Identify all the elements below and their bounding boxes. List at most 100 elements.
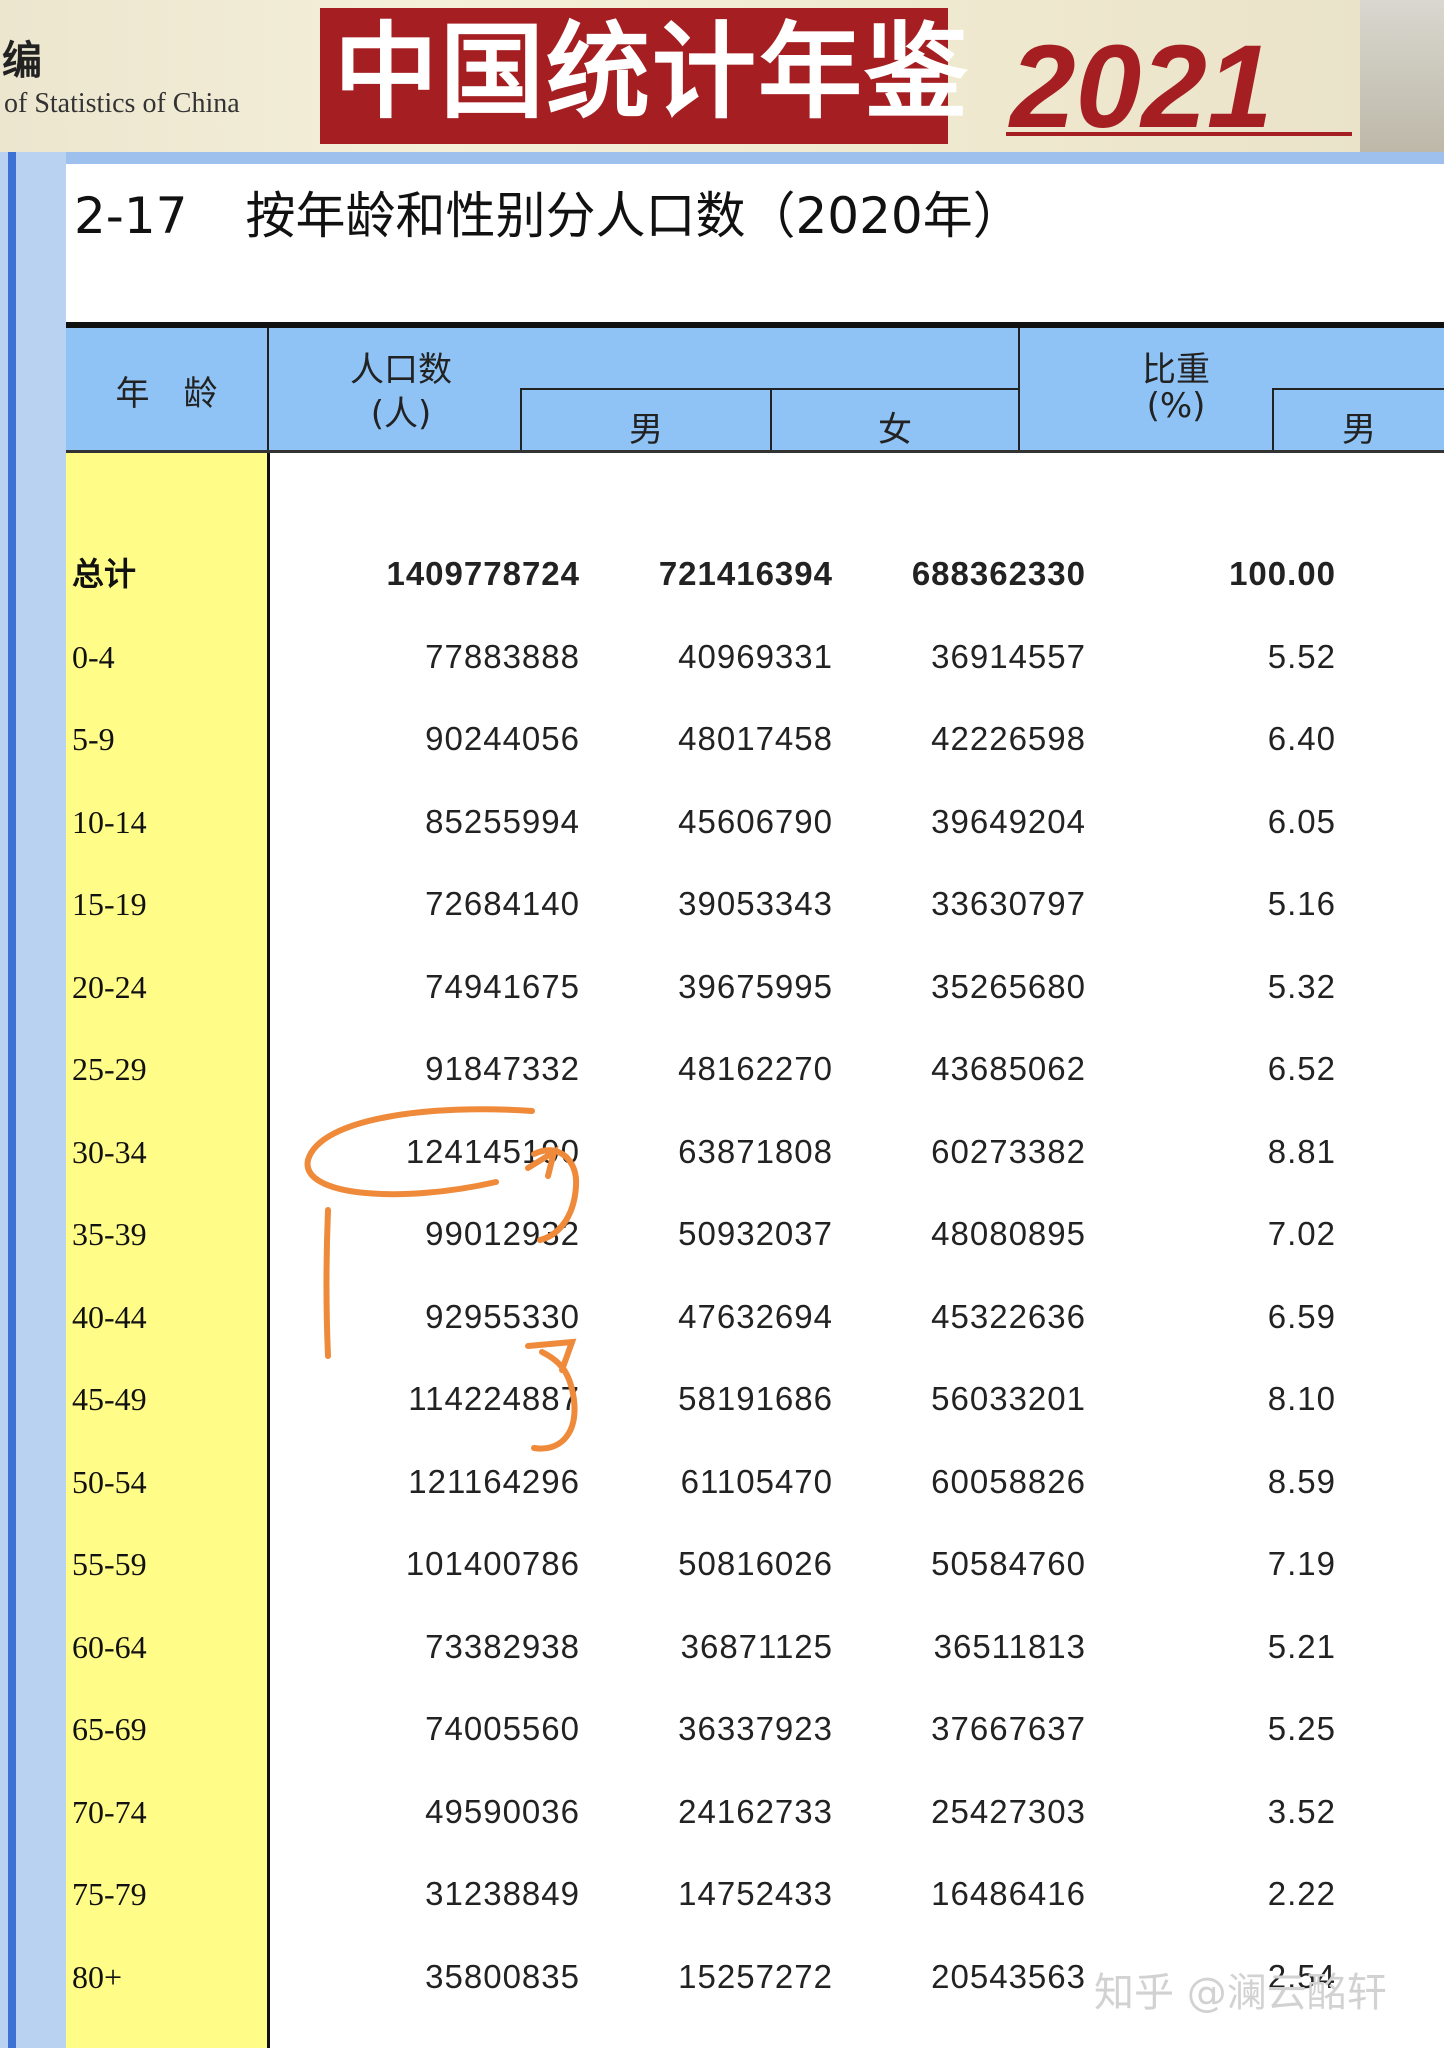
row-population: 35800835 — [425, 1958, 580, 1995]
row-population: 72684140 — [425, 885, 580, 922]
row-female: 60058826 — [931, 1463, 1086, 1500]
table-row: 10-14 85255994 45606790 39649204 6.05 — [66, 781, 1444, 863]
row-female: 36914557 — [931, 638, 1086, 675]
yearbook-banner: 编 of Statistics of China 中国统计年鉴 2021 — [0, 0, 1444, 152]
banner-decoration — [1360, 0, 1444, 152]
row-female: 48080895 — [931, 1215, 1086, 1252]
row-male: 63871808 — [678, 1133, 833, 1170]
header-share-male: 男 — [1342, 410, 1376, 450]
row-female: 42226598 — [931, 720, 1086, 757]
row-share: 5.16 — [1267, 885, 1336, 922]
row-female: 37667637 — [931, 1710, 1086, 1747]
header-male: 男 — [629, 410, 663, 450]
row-share: 7.19 — [1267, 1545, 1336, 1582]
row-age: 总计 — [72, 555, 137, 593]
row-male: 48162270 — [678, 1050, 833, 1087]
table-row: 0-4 77883888 40969331 36914557 5.52 — [66, 616, 1444, 698]
row-age: 5-9 — [72, 721, 115, 757]
row-share: 2.22 — [1267, 1875, 1336, 1912]
row-population: 99012932 — [425, 1215, 580, 1252]
table-row: 75-79 31238849 14752433 16486416 2.22 — [66, 1853, 1444, 1935]
row-population: 74005560 — [425, 1710, 580, 1747]
row-population: 101400786 — [405, 1545, 580, 1582]
row-population: 114224887 — [408, 1380, 580, 1417]
table-row: 65-69 74005560 36337923 37667637 5.25 — [66, 1688, 1444, 1770]
row-female: 20543563 — [931, 1958, 1086, 1995]
row-age: 80+ — [72, 1959, 123, 1995]
row-age: 25-29 — [72, 1051, 147, 1087]
row-male: 58191686 — [678, 1380, 833, 1417]
row-share: 8.10 — [1267, 1380, 1336, 1417]
row-age: 70-74 — [72, 1794, 147, 1830]
table-row: 45-49 114224887 58191686 56033201 8.10 — [66, 1358, 1444, 1440]
row-age: 10-14 — [72, 804, 147, 840]
row-male: 39053343 — [678, 885, 833, 922]
row-female: 25427303 — [931, 1793, 1086, 1830]
banner-english-text: of Statistics of China — [4, 88, 240, 119]
header-bottom-rule — [66, 450, 1444, 453]
row-age: 20-24 — [72, 969, 147, 1005]
row-age: 75-79 — [72, 1876, 147, 1912]
row-share: 6.59 — [1267, 1298, 1336, 1335]
row-share: 5.21 — [1267, 1628, 1336, 1665]
row-share: 3.52 — [1267, 1793, 1336, 1830]
row-age: 45-49 — [72, 1381, 147, 1417]
row-population: 124145190 — [405, 1133, 580, 1170]
row-share: 8.59 — [1267, 1463, 1336, 1500]
table-title-text: 按年龄和性别分人口数（2020年） — [245, 187, 1023, 245]
row-male: 61105470 — [680, 1463, 833, 1500]
table-row: 35-39 99012932 50932037 48080895 7.02 — [66, 1193, 1444, 1275]
row-female: 56033201 — [931, 1380, 1086, 1417]
row-share: 8.81 — [1267, 1133, 1336, 1170]
window-left-strip — [0, 152, 66, 2048]
row-population: 74941675 — [425, 968, 580, 1005]
row-population: 77883888 — [425, 638, 580, 675]
row-share: 6.05 — [1267, 803, 1336, 840]
row-age: 65-69 — [72, 1711, 147, 1747]
header-age: 年 龄 — [115, 374, 218, 414]
row-age: 30-34 — [72, 1134, 147, 1170]
row-age: 0-4 — [72, 639, 115, 675]
row-female: 35265680 — [931, 968, 1086, 1005]
header-population: 人口数 — [350, 350, 452, 390]
row-female: 45322636 — [931, 1298, 1086, 1335]
table-header: 年 龄 人口数 (人) 男 女 比重 (%) 男 — [66, 328, 1444, 452]
table-title: 2-17 按年龄和性别分人口数（2020年） — [74, 176, 1023, 248]
row-share: 5.52 — [1267, 638, 1336, 675]
table-row: 40-44 92955330 47632694 45322636 6.59 — [66, 1276, 1444, 1358]
table-row-total: 总计 1409778724 721416394 688362330 100.00 — [66, 533, 1444, 615]
row-population: 49590036 — [425, 1793, 580, 1830]
row-female: 43685062 — [931, 1050, 1086, 1087]
row-female: 39649204 — [931, 803, 1086, 840]
row-male: 36871125 — [680, 1628, 833, 1665]
row-male: 50816026 — [678, 1545, 833, 1582]
row-female: 50584760 — [931, 1545, 1086, 1582]
row-population: 91847332 — [425, 1050, 580, 1087]
header-share-unit: (%) — [1146, 386, 1206, 426]
row-population: 90244056 — [425, 720, 580, 757]
row-female: 36511813 — [933, 1628, 1086, 1665]
table-row: 30-34 124145190 63871808 60273382 8.81 — [66, 1111, 1444, 1193]
row-male: 721416394 — [658, 555, 833, 592]
row-female: 33630797 — [931, 885, 1086, 922]
row-population: 1409778724 — [386, 555, 580, 592]
row-male: 36337923 — [678, 1710, 833, 1747]
row-share: 7.02 — [1267, 1215, 1336, 1252]
row-male: 39675995 — [678, 968, 833, 1005]
table-row: 50-54 121164296 61105470 60058826 8.59 — [66, 1441, 1444, 1523]
table-row: 70-74 49590036 24162733 25427303 3.52 — [66, 1771, 1444, 1853]
banner-year: 2021 — [1010, 21, 1273, 152]
row-age: 55-59 — [72, 1546, 147, 1582]
row-population: 85255994 — [425, 803, 580, 840]
row-share: 5.25 — [1267, 1710, 1336, 1747]
row-population: 73382938 — [425, 1628, 580, 1665]
banner-year-underline — [1006, 132, 1352, 136]
row-female: 16486416 — [931, 1875, 1086, 1912]
row-male: 15257272 — [678, 1958, 833, 1995]
row-age: 60-64 — [72, 1629, 147, 1665]
table-row: 15-19 72684140 39053343 33630797 5.16 — [66, 863, 1444, 945]
row-male: 50932037 — [678, 1215, 833, 1252]
table-row: 25-29 91847332 48162270 43685062 6.52 — [66, 1028, 1444, 1110]
table-number: 2-17 — [74, 187, 188, 245]
population-table: 年 龄 人口数 (人) 男 女 比重 (%) 男 总计 1409778724 7… — [66, 322, 1444, 2048]
